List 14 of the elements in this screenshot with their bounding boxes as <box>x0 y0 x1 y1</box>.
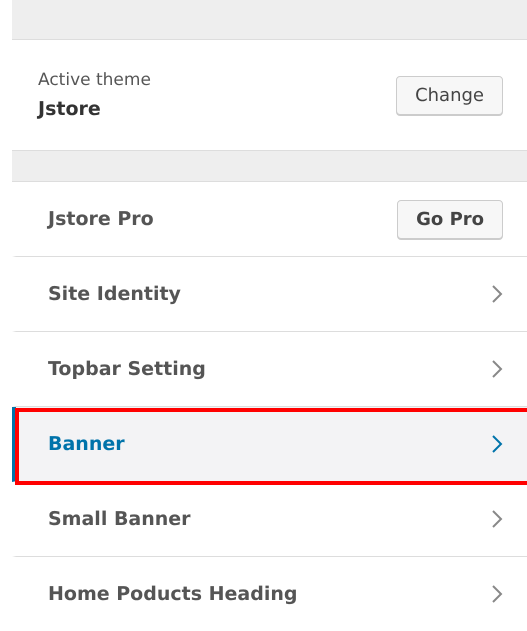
go-pro-button[interactable]: Go Pro <box>397 200 503 238</box>
chevron-icon <box>491 584 503 604</box>
section-item[interactable]: Small Banner <box>12 482 527 557</box>
chevron-icon <box>491 509 503 529</box>
change-button[interactable]: Change <box>396 76 503 114</box>
chevron-icon <box>491 434 503 454</box>
active-theme-label: Active theme <box>38 70 151 90</box>
theme-name: Jstore <box>38 98 102 120</box>
section-item[interactable]: Banner <box>12 407 527 482</box>
section-item[interactable]: Site Identity <box>12 257 527 332</box>
section-item[interactable]: Home Poducts Heading <box>12 557 527 631</box>
pro-label: Jstore Pro <box>48 208 154 230</box>
chevron-icon <box>491 359 503 379</box>
chevron-icon <box>491 284 503 304</box>
